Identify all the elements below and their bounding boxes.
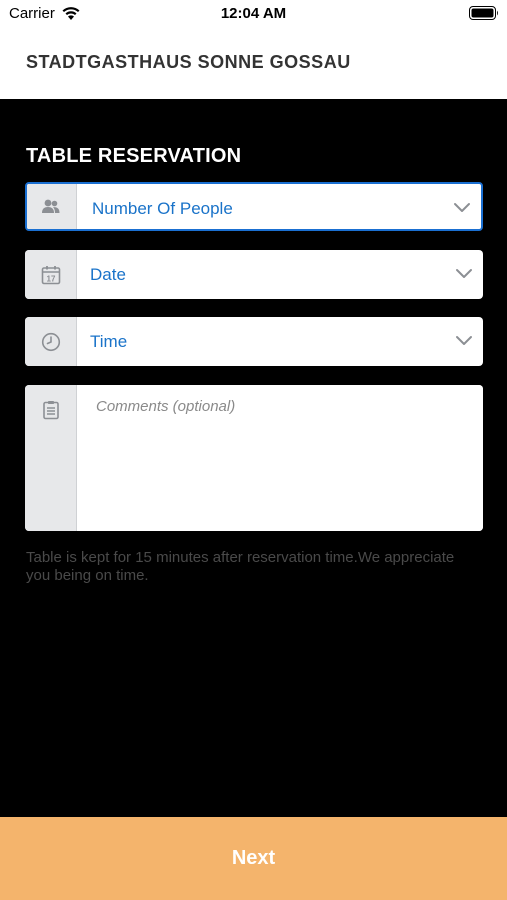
date-label: Date	[90, 265, 126, 284]
number-of-people-select[interactable]: Number Of People	[25, 182, 483, 231]
number-of-people-label: Number Of People	[92, 199, 233, 218]
field-icon-container	[25, 317, 77, 366]
chevron-down-icon	[454, 203, 470, 212]
battery-icon	[469, 6, 498, 20]
field-icon-container	[27, 184, 77, 229]
field-icon-container	[25, 385, 77, 531]
nav-bar: STADTGASTHAUS SONNE GOSSAU	[0, 28, 507, 99]
date-select[interactable]: 17 Date	[25, 250, 483, 299]
calendar-day-number: 17	[46, 274, 55, 283]
time-label: Time	[90, 332, 128, 351]
calendar-icon: 17	[41, 265, 60, 284]
field-icon-container: 17	[25, 250, 77, 299]
status-bar: Carrier 12:04 AM	[0, 0, 507, 28]
time-select[interactable]: Time	[25, 317, 483, 366]
people-icon	[41, 199, 59, 213]
chevron-down-icon	[456, 269, 472, 278]
page-title: STADTGASTHAUS SONNE GOSSAU	[26, 52, 351, 72]
next-button[interactable]: Next	[0, 817, 507, 900]
clock-time: 12:04 AM	[220, 5, 287, 22]
clock-icon	[41, 332, 60, 351]
chevron-down-icon	[456, 336, 472, 345]
comments-box	[25, 385, 483, 531]
section-title: TABLE RESERVATION	[26, 145, 242, 167]
reservation-note: Table is kept for 15 minutes after reser…	[26, 549, 455, 584]
notepad-icon	[42, 401, 59, 420]
comments-input[interactable]	[77, 385, 483, 531]
reservation-form: TABLE RESERVATION Number Of People 17 Da…	[0, 99, 507, 817]
